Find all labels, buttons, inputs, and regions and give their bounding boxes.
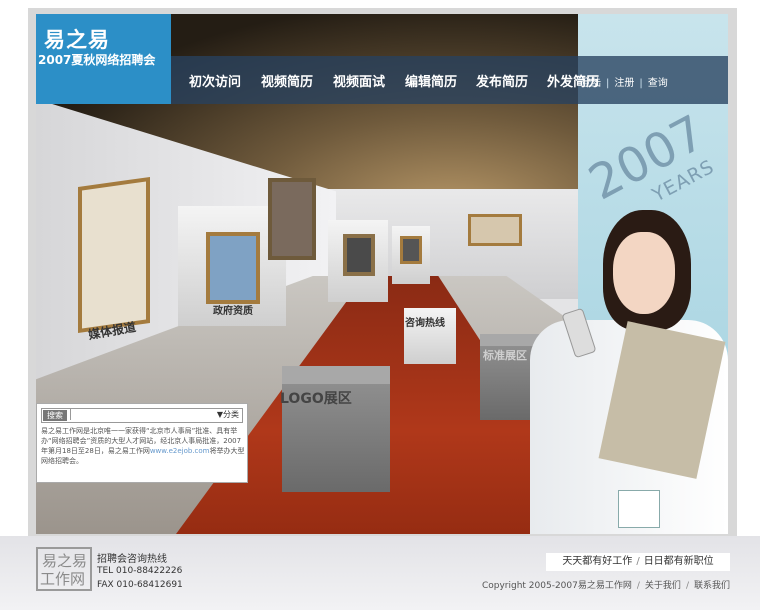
divider: / — [636, 556, 640, 567]
consult-hotline-label[interactable]: 咨询热线 — [405, 314, 445, 329]
divider: / — [685, 581, 689, 591]
footer-logo: 易之易 工作网 — [36, 547, 92, 591]
site-domain[interactable]: www.e2ejob.com — [150, 447, 210, 455]
search-button[interactable]: 搜索 — [43, 410, 67, 421]
copyright-text: Copyright 2005-2007易之易工作网 — [481, 581, 632, 591]
person-face — [613, 232, 675, 314]
nav-publish-resume[interactable]: 发布简历 — [476, 71, 528, 90]
back-wall-frame[interactable] — [468, 214, 522, 246]
brand-name: 易之易 — [44, 27, 110, 52]
nav-video-interview[interactable]: 视频面试 — [333, 71, 385, 90]
nav-video-resume[interactable]: 视频简历 — [261, 71, 313, 90]
copyright-line: Copyright 2005-2007易之易工作网 / 关于我们 / 联系我们 — [482, 578, 730, 591]
government-info-label[interactable]: 政府资质 — [213, 302, 253, 317]
hotline-label: 招聘会咨询热线 — [97, 554, 167, 565]
search-input[interactable] — [70, 409, 217, 420]
fax-number: FAX 010-68412691 — [97, 580, 183, 590]
about-link[interactable]: 关于我们 — [645, 581, 681, 591]
divider: | — [639, 78, 643, 89]
slogan-box: 天天都有好工作 / 日日都有新职位 — [546, 553, 730, 571]
search-bar: 搜索 ▼分类 — [41, 408, 243, 423]
divider: | — [606, 78, 610, 89]
contact-link[interactable]: 联系我们 — [694, 581, 730, 591]
search-panel: 搜索 ▼分类 易之易工作网是北京唯一一家获得“北京市人事局”批准、具有举办“网络… — [36, 403, 248, 483]
register-link[interactable]: 注册 — [614, 78, 634, 89]
badge-icon — [618, 490, 660, 528]
logo-pedestal-top — [282, 366, 390, 384]
fair-tagline: 2007夏秋网络招聘会 — [38, 53, 156, 67]
government-info-frame[interactable] — [206, 232, 260, 304]
standard-area-label[interactable]: 标准展区 — [483, 347, 527, 363]
nav-first-visit[interactable]: 初次访问 — [189, 71, 241, 90]
logo-area-label[interactable]: LOGO展区 — [280, 388, 352, 408]
site-logo[interactable]: 易之易 2007夏秋网络招聘会 — [36, 14, 171, 104]
category-dropdown[interactable]: ▼分类 — [217, 409, 239, 420]
wall-portrait-frame[interactable] — [268, 178, 316, 260]
account-links: 登陆 | 注册 | 查询 — [581, 74, 668, 89]
login-link[interactable]: 登陆 — [581, 78, 601, 89]
intro-text: 易之易工作网是北京唯一一家获得“北京市人事局”批准、具有举办“网络招聘会”资质的… — [41, 426, 245, 466]
portrait-frame[interactable] — [343, 234, 375, 276]
slogan-2: 日日都有新职位 — [643, 556, 714, 567]
small-frame[interactable] — [400, 236, 422, 264]
footer-logo-line2: 工作网 — [40, 570, 86, 588]
divider: / — [636, 581, 640, 591]
footer: 易之易 工作网 招聘会咨询热线 TEL 010-88422226 FAX 010… — [0, 536, 760, 610]
slogan-1: 天天都有好工作 — [562, 556, 633, 567]
nav-edit-resume[interactable]: 编辑简历 — [405, 71, 457, 90]
query-link[interactable]: 查询 — [648, 78, 668, 89]
media-reports-frame[interactable] — [78, 176, 150, 334]
main-nav: 初次访问 视频简历 视频面试 编辑简历 发布简历 外发简历 登陆 | 注册 | 查询 — [171, 56, 728, 104]
tel-number: TEL 010-88422226 — [97, 566, 183, 576]
